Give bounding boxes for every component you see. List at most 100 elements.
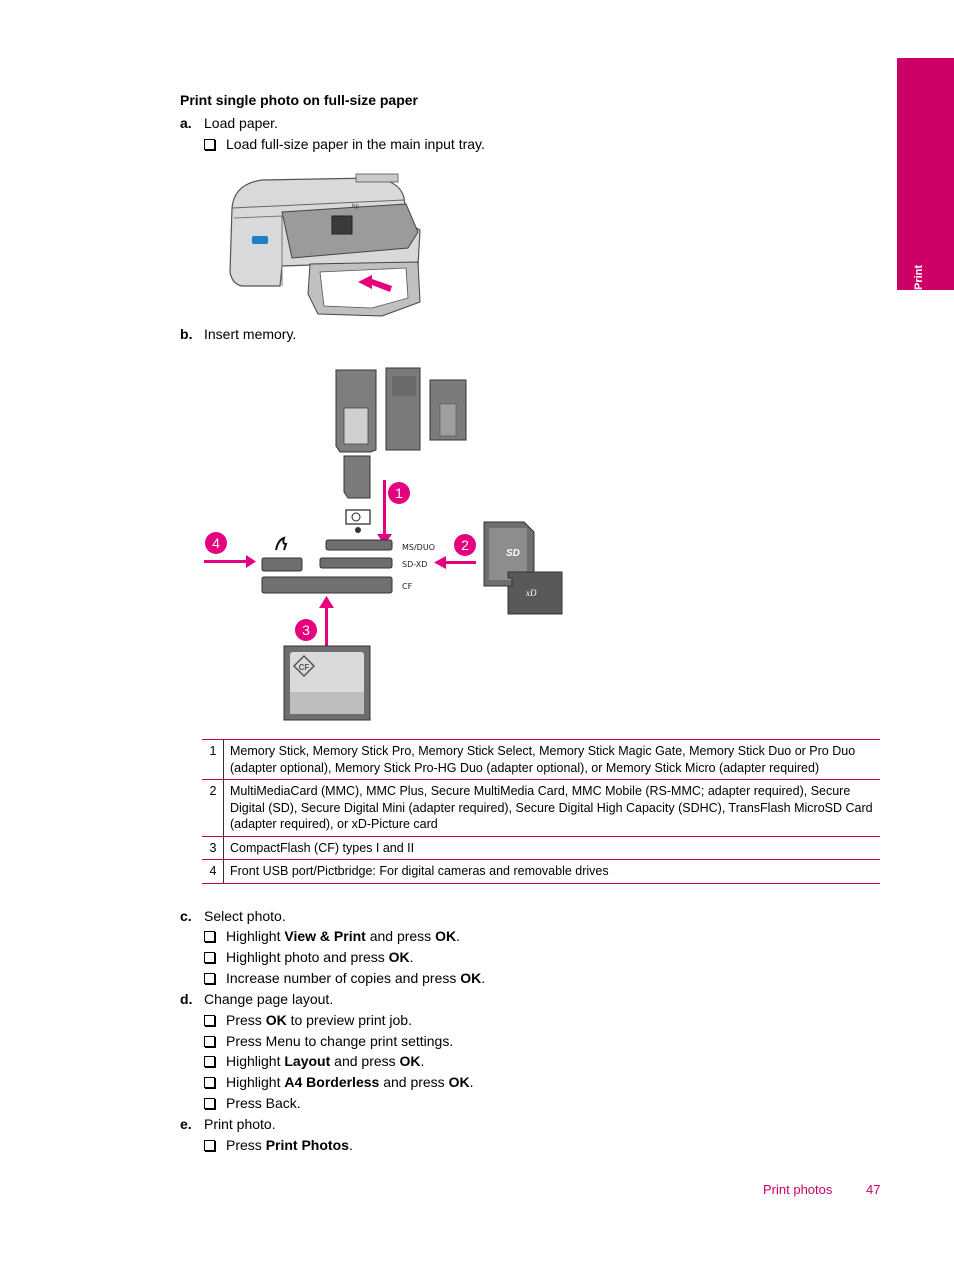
legend-description: Front USB port/Pictbridge: For digital c… (223, 859, 880, 884)
substep-text: Highlight (226, 1053, 285, 1069)
step-letter: c. (180, 908, 192, 924)
substep-text: Press (226, 1137, 266, 1153)
substep-text: . (409, 949, 414, 965)
emphasized-text: Print Photos (265, 1137, 349, 1153)
substep-text: Highlight (226, 928, 285, 944)
substep: Highlight A4 Borderless and press OK. (204, 1073, 473, 1091)
substep-text: and press (379, 1074, 449, 1090)
arrow-2-icon (434, 556, 476, 569)
memory-stick-pro (385, 367, 421, 451)
substep: Highlight photo and press OK. (204, 948, 414, 966)
substep: Press OK to preview print job. (204, 1011, 412, 1029)
legend-table: 1 Memory Stick, Memory Stick Pro, Memory … (202, 739, 880, 884)
substep-text: and press (365, 928, 436, 944)
substep: Highlight Layout and press OK. (204, 1052, 424, 1070)
emphasized-text: Layout (284, 1053, 331, 1069)
callout-3: 3 (295, 619, 317, 641)
checkbox-icon (204, 952, 215, 963)
step-b: b. Insert memory. (180, 325, 296, 343)
checkbox-icon (204, 1036, 215, 1047)
svg-text:SD: SD (506, 548, 520, 559)
step-text: Insert memory. (204, 326, 297, 342)
checkbox-icon (204, 1140, 215, 1151)
legend-description: MultiMediaCard (MMC), MMC Plus, Secure M… (223, 779, 880, 837)
step-text: Select photo. (204, 908, 286, 924)
emphasized-text: OK (388, 949, 410, 965)
checkbox-icon (204, 139, 215, 150)
sd-xd-slot (319, 557, 393, 569)
footer-section-title: Print photos (763, 1182, 833, 1197)
slot-label-cf: CF (402, 582, 413, 591)
checkbox-icon (204, 1015, 215, 1026)
step-letter: a. (180, 115, 192, 131)
emphasized-text: OK (460, 970, 482, 986)
substep-text: Load full-size paper in the main input t… (226, 136, 485, 152)
svg-text:1: 1 (395, 485, 403, 501)
legend-row: 2 MultiMediaCard (MMC), MMC Plus, Secure … (202, 779, 880, 837)
slot-label-ms-duo: MS/DUO (402, 543, 435, 552)
substep-text: . (348, 1137, 353, 1153)
legend-number: 1 (202, 739, 224, 780)
arrow-3-icon (319, 596, 334, 646)
svg-text:4: 4 (212, 535, 220, 551)
substep: Highlight View & Print and press OK. (204, 927, 460, 945)
step-text: Print photo. (204, 1116, 276, 1132)
page-number: 47 (866, 1182, 881, 1197)
step-letter: e. (180, 1116, 192, 1132)
step-d: d. Change page layout. (180, 990, 333, 1008)
legend-description: Memory Stick, Memory Stick Pro, Memory S… (223, 739, 880, 780)
substep: Press Print Photos. (204, 1136, 353, 1154)
callout-4: 4 (205, 532, 227, 554)
arrow-4-icon (204, 555, 256, 568)
substep: Press Menu to change print settings. (204, 1032, 453, 1050)
checkbox-icon (204, 1098, 215, 1109)
substep-text: and press (330, 1053, 400, 1069)
legend-number: 3 (202, 835, 224, 860)
emphasized-text: OK (265, 1012, 287, 1028)
usb-port (261, 557, 303, 572)
usb-port-indicator (252, 236, 268, 244)
emphasized-text: View & Print (284, 928, 366, 944)
ms-duo-slot (325, 539, 393, 551)
legend-row: 4 Front USB port/Pictbridge: For digital … (202, 859, 880, 884)
svg-text:xD: xD (525, 588, 537, 598)
step-c: c. Select photo. (180, 907, 286, 925)
cf-card: CF (283, 645, 371, 721)
xd-card: xD (507, 571, 563, 615)
section-tab-label: Print (913, 264, 925, 290)
legend-row: 3 CompactFlash (CF) types I and II (202, 835, 880, 860)
checkbox-icon (204, 973, 215, 984)
cf-slot (261, 576, 393, 594)
substep: Load full-size paper in the main input t… (204, 135, 485, 153)
step-text: Load paper. (204, 115, 278, 131)
camera-icon (345, 509, 371, 533)
checkbox-icon (204, 1077, 215, 1088)
callout-1: 1 (388, 482, 410, 504)
svg-text:2: 2 (461, 537, 469, 553)
substep-text: Highlight photo and press (226, 949, 389, 965)
memory-stick-duo (429, 379, 467, 441)
pictbridge-icon (275, 536, 288, 551)
printer-illustration: hp (229, 173, 421, 317)
checkbox-icon (204, 1056, 215, 1067)
memory-stick-adapter (335, 369, 377, 453)
step-letter: d. (180, 991, 193, 1007)
memory-stick-micro (343, 455, 371, 499)
emphasized-text: A4 Borderless (284, 1074, 380, 1090)
emphasized-text: OK (448, 1074, 470, 1090)
paper-stack (319, 267, 409, 309)
step-a: a. Load paper. (180, 114, 278, 132)
memory-card-diagram: MS/DUO SD-XD CF 1 2 3 4 SD xD CF (204, 367, 563, 721)
substep-text: Increase number of copies and press (226, 970, 461, 986)
step-e: e. Print photo. (180, 1115, 276, 1133)
substep-text: . (420, 1053, 425, 1069)
step-text: Change page layout. (204, 991, 334, 1007)
svg-text:3: 3 (302, 622, 310, 638)
section-heading: Print single photo on full-size paper (180, 92, 419, 108)
step-letter: b. (180, 326, 193, 342)
svg-text:hp: hp (352, 204, 359, 210)
substep: Increase number of copies and press OK. (204, 969, 485, 987)
substep: Press Back. (204, 1094, 301, 1112)
substep-text: Press (226, 1012, 266, 1028)
substep-text: Press Back. (226, 1095, 301, 1111)
